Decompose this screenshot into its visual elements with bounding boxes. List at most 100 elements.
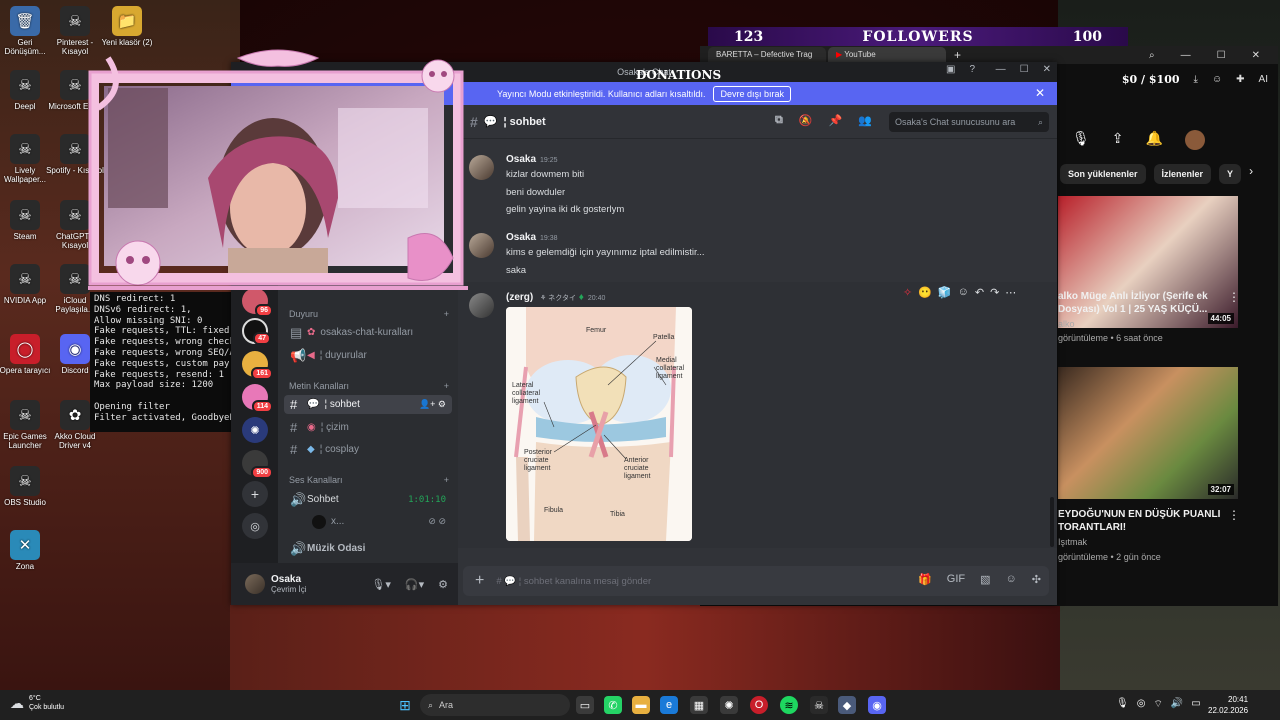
minimize-button[interactable]: — — [996, 64, 1006, 75]
app-icon[interactable]: ◆ — [838, 696, 856, 714]
channel-rules[interactable]: ▤ ✿ osakas-chat-kuralları — [284, 323, 452, 342]
volume-icon[interactable]: 🔊 — [1171, 698, 1183, 711]
chrome-tab-youtube[interactable]: ▶ YouTube — [828, 47, 946, 63]
pin-icon[interactable]: 📌 — [829, 114, 843, 127]
desktop-icon[interactable]: ✕ Zona — [0, 530, 54, 571]
chatgpt-icon[interactable]: ✺ — [720, 696, 738, 714]
message-image-attachment[interactable]: Femur Patella Medial collateral ligament… — [506, 307, 692, 541]
network-icon[interactable]: ◎ — [1137, 698, 1146, 711]
server-icon[interactable]: ✺ — [242, 417, 268, 443]
server-icon[interactable]: 47 — [242, 318, 271, 345]
chrome-search-tabs-icon[interactable]: ⌕ — [1149, 50, 1155, 61]
reaction-emoji[interactable]: ✧ — [903, 286, 912, 299]
game-icon[interactable]: ☠ — [810, 696, 828, 714]
add-channel-icon[interactable]: + — [444, 309, 449, 319]
gear-icon[interactable]: ⚙ — [438, 578, 448, 591]
clock[interactable]: 20:41 22.02.2026 — [1208, 694, 1248, 716]
upload-icon[interactable]: ⇪ — [1112, 130, 1124, 150]
chrome-tab-baretta[interactable]: BARETTA – Defective Trag — [708, 47, 826, 63]
notifications-icon[interactable]: 🔔 — [1146, 130, 1163, 150]
forward-icon[interactable]: ↷ — [990, 286, 999, 299]
terminal-window[interactable]: DNS redirect: 1 DNSv6 redirect: 1, Allow… — [90, 292, 240, 432]
sticker-icon[interactable]: ▧ — [980, 573, 990, 586]
microphone-icon[interactable]: 🎙▾ — [371, 578, 391, 591]
channel-announcements[interactable]: 📢 ◀ ¦ duyurular — [284, 346, 452, 365]
add-attachment-icon[interactable]: + — [475, 572, 484, 590]
opera-icon[interactable]: O — [750, 696, 768, 714]
more-icon[interactable]: ⋯ — [1005, 286, 1016, 299]
voice-channel-music[interactable]: 🔊 Müzik Odasi — [284, 539, 452, 558]
channel-general[interactable]: # 💬 ¦ sohbet 👤+ ⚙ — [284, 395, 452, 414]
microphone-icon[interactable]: 🎙 — [1116, 698, 1129, 711]
wifi-icon[interactable]: ⌔ — [1153, 698, 1162, 711]
headphones-icon[interactable]: 🎧▾ — [405, 578, 424, 591]
video-title-1[interactable]: alko Müge Anlı İzliyor (Şerife ek Dosyas… — [1058, 290, 1228, 316]
reaction-emoji[interactable]: 🧊 — [938, 286, 952, 299]
store-icon[interactable]: ▦ — [690, 696, 708, 714]
category-voice[interactable]: Ses Kanalları + — [289, 475, 449, 485]
discover-icon[interactable]: ◎ — [242, 513, 268, 539]
voice-search-icon[interactable]: 🎙 — [1072, 130, 1090, 150]
download-icon[interactable]: ⤓ — [1194, 74, 1198, 85]
avatar[interactable] — [245, 574, 265, 594]
emoji-icon[interactable]: ☺ — [1006, 573, 1017, 586]
member-list-icon[interactable]: 👥 — [858, 114, 872, 127]
voice-user[interactable]: x... ⊘ ⊘ — [284, 512, 452, 531]
chrome-close-button[interactable]: ✕ — [1252, 50, 1260, 61]
message-author[interactable]: Osaka — [506, 232, 536, 243]
chrome-minimize-button[interactable]: — — [1181, 50, 1191, 61]
chip-more[interactable]: Y — [1219, 164, 1242, 184]
spotify-icon[interactable]: ≋ — [780, 696, 798, 714]
task-view-icon[interactable]: ▭ — [576, 696, 594, 714]
user-info[interactable]: Osaka Çevrim İçi — [271, 574, 307, 594]
server-icon[interactable]: 114 — [242, 384, 273, 413]
server-icon[interactable]: 161 — [242, 351, 273, 380]
video-menu-icon[interactable]: ⋮ — [1228, 290, 1240, 304]
taskbar-search[interactable]: ⌕ Ara — [420, 694, 570, 716]
ai-icon[interactable]: AI — [1259, 74, 1268, 85]
apps-icon[interactable]: ✣ — [1032, 573, 1041, 586]
profile-icon[interactable]: ☺ — [1212, 74, 1222, 85]
extension-icon[interactable]: ✚ — [1236, 74, 1244, 85]
category-announcements[interactable]: Duyuru + — [289, 309, 449, 319]
reply-icon[interactable]: ↶ — [975, 286, 984, 299]
add-channel-icon[interactable]: + — [444, 381, 449, 391]
video-channel-1[interactable]: alko — [1058, 319, 1075, 329]
close-icon[interactable]: ✕ — [1035, 86, 1045, 100]
help-icon[interactable]: ? — [969, 64, 975, 75]
close-button[interactable]: ✕ — [1043, 64, 1051, 75]
add-reaction-icon[interactable]: ☺ — [958, 286, 969, 298]
threads-icon[interactable]: ⧉ — [775, 114, 783, 127]
channel-settings-icons[interactable]: 👤+ ⚙ — [419, 399, 446, 410]
add-channel-icon[interactable]: + — [444, 475, 449, 485]
desktop-icon[interactable]: 📁 Yeni klasör (2) — [98, 6, 156, 47]
add-server-icon[interactable]: + — [242, 481, 268, 507]
desktop-icon[interactable]: ☠ OBS Studio — [0, 466, 54, 507]
battery-icon[interactable]: ▭ — [1191, 698, 1200, 711]
chevron-right-icon[interactable]: › — [1249, 164, 1253, 184]
message-author[interactable]: (zerg) — [506, 292, 533, 303]
new-tab-button[interactable]: + — [954, 48, 961, 62]
inbox-icon[interactable]: ▣ — [946, 64, 955, 75]
avatar[interactable] — [469, 293, 494, 318]
chip-recent[interactable]: Son yüklenenler — [1060, 164, 1146, 184]
gift-icon[interactable]: 🎁 — [918, 573, 932, 586]
notification-bell-icon[interactable]: 🔕 — [799, 114, 813, 127]
file-explorer-icon[interactable]: ▬ — [632, 696, 650, 714]
avatar[interactable] — [469, 155, 494, 180]
video-title-2[interactable]: EYDOĞU'NUN EN DÜŞÜK PUANLI TORANTLARI! — [1058, 508, 1228, 534]
gif-icon[interactable]: GIF — [947, 573, 965, 586]
windows-start-icon[interactable]: ⊞ — [396, 696, 414, 714]
channel-drawing[interactable]: # ◉ ¦ çizim — [284, 418, 452, 437]
weather-widget[interactable]: ☁ 6°C Çok bulutlu — [10, 694, 64, 712]
chrome-maximize-button[interactable]: ☐ — [1217, 50, 1226, 61]
message-composer[interactable]: + # 💬 ¦ sohbet kanalına mesaj gönder 🎁 G… — [463, 566, 1049, 596]
video-menu-icon[interactable]: ⋮ — [1228, 508, 1240, 522]
chat-scrollbar[interactable] — [1050, 497, 1054, 547]
voice-channel-chat[interactable]: 🔊 Sohbet 1:01:10 — [284, 490, 452, 509]
disable-streamer-mode-button[interactable]: Devre dışı bırak — [713, 85, 791, 102]
maximize-button[interactable]: ☐ — [1020, 64, 1029, 75]
search-input[interactable]: Osaka's Chat sunucusunu ara ⌕ — [889, 112, 1049, 132]
discord-taskbar-icon[interactable]: ◉ — [868, 696, 886, 714]
server-icon[interactable]: 900 — [242, 450, 273, 479]
